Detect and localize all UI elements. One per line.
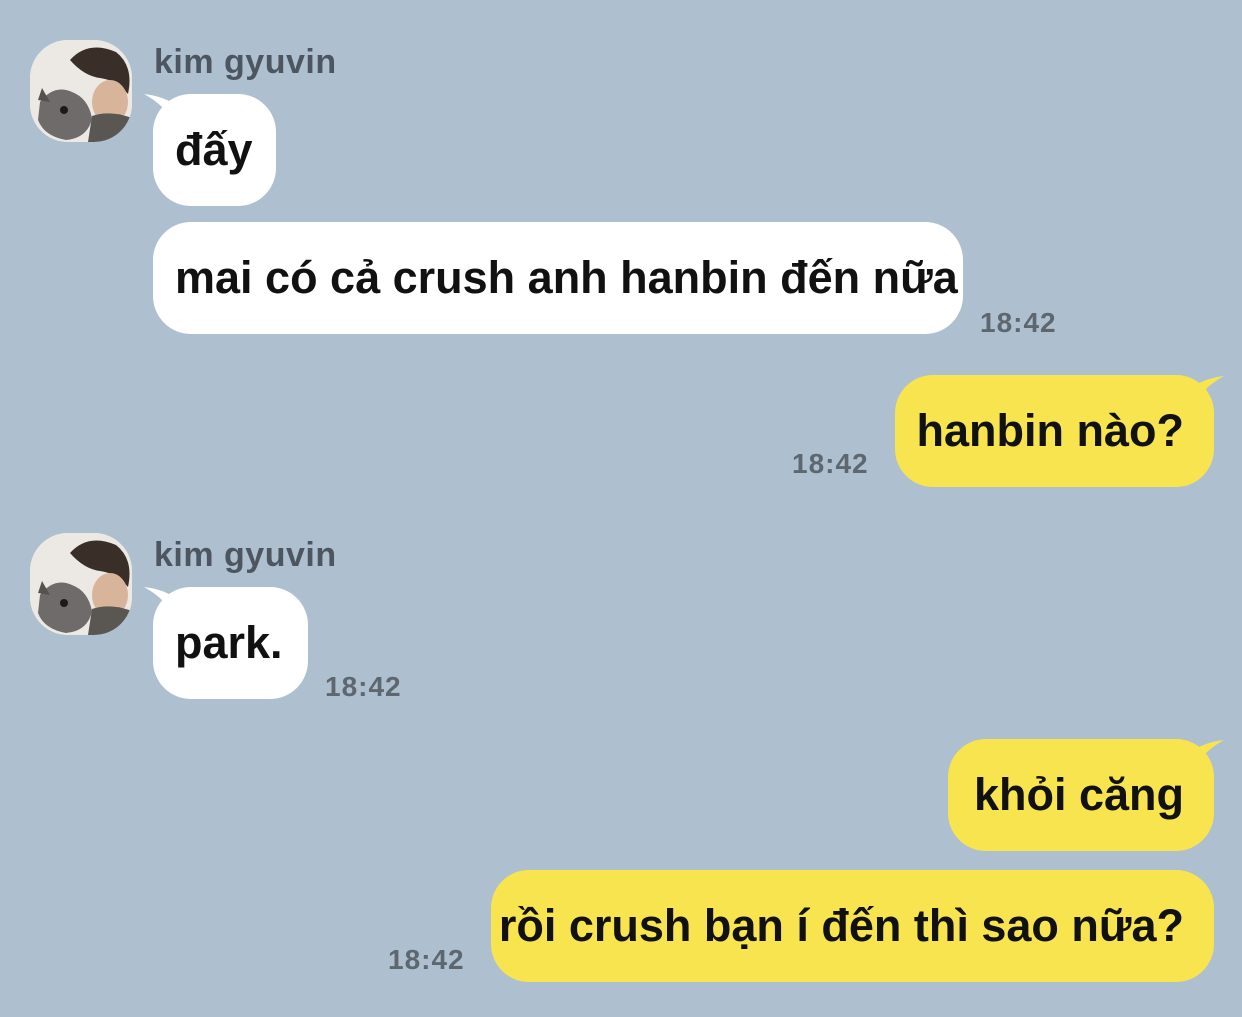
sender-name: kim gyuvin [154, 536, 337, 574]
sender-name: kim gyuvin [154, 43, 337, 81]
message-bubble-incoming[interactable]: đấy [153, 94, 276, 206]
message-text: park. [175, 617, 283, 668]
message-bubble-outgoing[interactable]: khỏi căng [948, 739, 1214, 851]
message-timestamp: 18:42 [792, 448, 869, 479]
sender-avatar[interactable] [30, 40, 132, 142]
message-timestamp: 18:42 [325, 671, 402, 702]
message-timestamp: 18:42 [388, 944, 465, 975]
message-text: mai có cả crush anh hanbin đến nữa [175, 252, 958, 303]
message-text: rồi crush bạn í đến thì sao nữa? [498, 900, 1184, 951]
sender-avatar[interactable] [30, 533, 132, 635]
message-bubble-incoming[interactable]: park. [153, 587, 308, 699]
message-text: khỏi căng [973, 769, 1184, 820]
message-bubble-incoming[interactable]: mai có cả crush anh hanbin đến nữa [153, 222, 963, 334]
message-bubble-outgoing[interactable]: hanbin nào? [895, 375, 1214, 487]
message-text: hanbin nào? [916, 405, 1184, 456]
message-text: đấy [175, 124, 253, 175]
message-bubble-outgoing[interactable]: rồi crush bạn í đến thì sao nữa? [491, 870, 1214, 982]
message-timestamp: 18:42 [980, 307, 1057, 338]
